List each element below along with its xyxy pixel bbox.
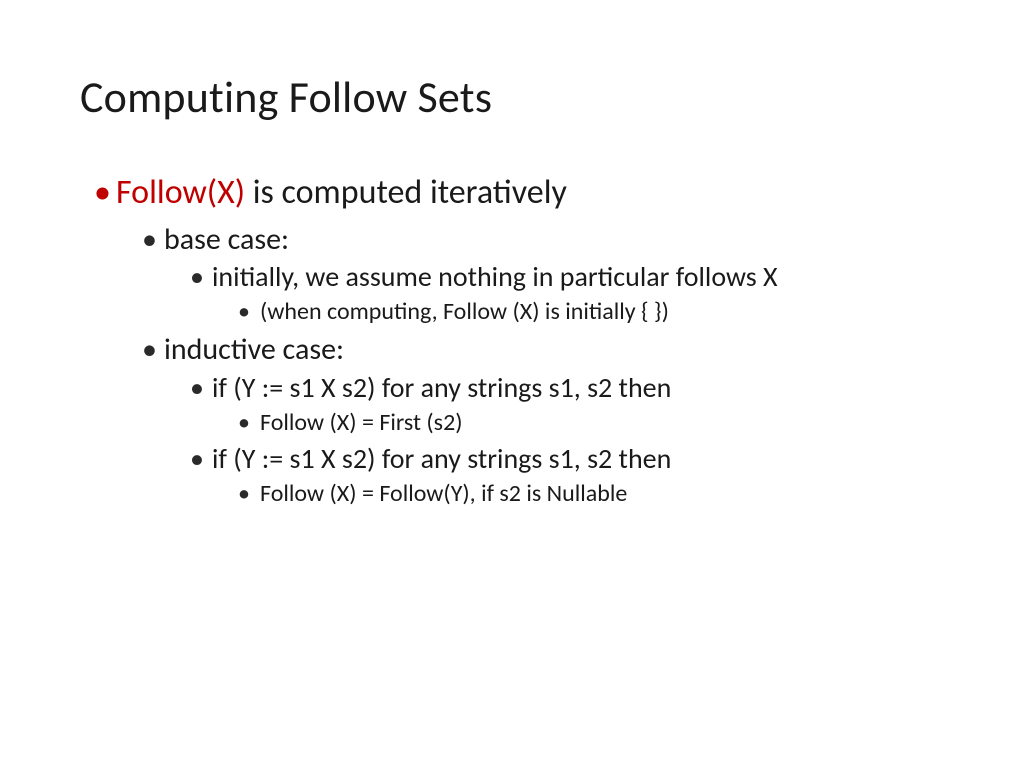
- bullet-base-case: base case:: [164, 221, 944, 259]
- bullet-list: Follow(X) is computed iteratively base c…: [80, 172, 944, 510]
- bullet-base-line2: (when computing, Follow (X) is initially…: [260, 296, 944, 327]
- bullet-inductive-if1: if (Y := s1 X s2) for any strings s1, s2…: [212, 371, 944, 405]
- bullet-inductive-rule1: Follow (X) = First (s2): [260, 407, 944, 438]
- slide-title: Computing Follow Sets: [80, 70, 944, 124]
- bullet-base-line1: initially, we assume nothing in particul…: [212, 260, 944, 294]
- bullet-inductive-if2: if (Y := s1 X s2) for any strings s1, s2…: [212, 442, 944, 476]
- bullet-inductive-case: inductive case:: [164, 331, 944, 369]
- bullet-main: Follow(X) is computed iteratively: [116, 172, 944, 215]
- main-rest: is computed iteratively: [245, 172, 567, 213]
- highlight-term: Follow(X): [116, 172, 245, 213]
- bullet-inductive-rule2: Follow (X) = Follow(Y), if s2 is Nullabl…: [260, 478, 944, 509]
- slide: Computing Follow Sets Follow(X) is compu…: [0, 0, 1024, 768]
